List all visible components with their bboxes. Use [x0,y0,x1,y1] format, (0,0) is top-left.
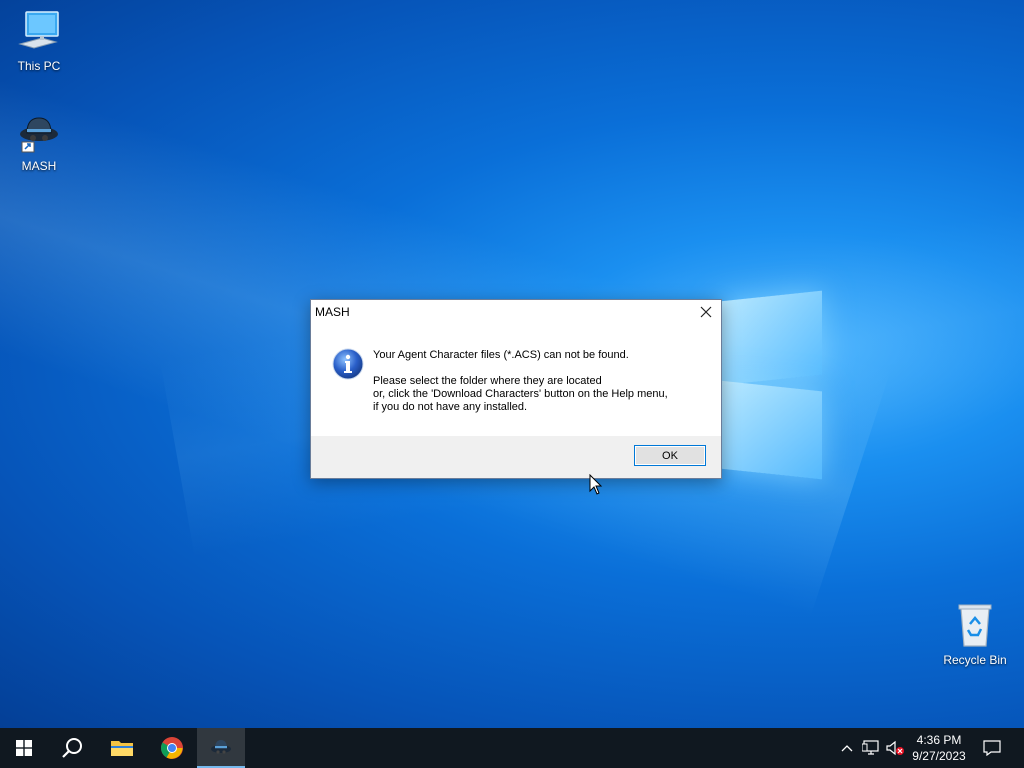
dialog-message: Your Agent Character files (*.ACS) can n… [373,349,713,414]
taskbar-mash[interactable] [197,728,245,768]
desktop-icon-this-pc[interactable]: This PC [1,8,77,73]
mash-agent-icon [211,740,231,754]
close-button[interactable] [691,300,721,324]
dialog-titlebar[interactable]: MASH [311,300,721,324]
taskbar-chrome[interactable] [148,728,196,768]
desktop-icon-label: MASH [21,159,57,173]
notification-icon [983,740,1001,756]
start-button[interactable] [0,728,48,768]
mash-agent-icon [20,117,58,153]
clock-time: 4:36 PM [916,733,962,747]
recycle-bin-icon [958,604,992,647]
chevron-up-icon [841,745,853,752]
close-icon [700,306,712,318]
dialog-title: MASH [315,305,350,319]
message-line: if you do not have any installed. [373,401,528,413]
desktop-icon-label: Recycle Bin [943,653,1007,667]
notification-center-button[interactable] [978,728,1006,768]
network-button[interactable] [860,728,882,768]
message-dialog: MASH Your Agent Character files (*.ACS) … [310,299,722,479]
message-line: or, click the 'Download Characters' butt… [373,388,668,400]
ok-button[interactable]: OK [634,445,706,466]
search-button[interactable] [48,728,96,768]
message-line: Please select the folder where they are … [373,375,602,387]
computer-icon [18,11,59,49]
taskbar-file-explorer[interactable] [98,728,146,768]
folder-icon [111,741,133,756]
network-icon [862,740,879,755]
search-icon [62,738,82,758]
message-line: Your Agent Character files (*.ACS) can n… [373,349,629,361]
desktop: This PC MASH Recycle Bin MASH Your Agent… [0,0,1024,728]
mouse-cursor-icon [589,474,603,495]
tray-overflow-button[interactable] [838,728,856,768]
chrome-icon [161,737,183,759]
desktop-icon-mash[interactable]: MASH [1,112,77,173]
volume-muted-icon [886,740,904,756]
volume-button[interactable] [884,728,906,768]
clock-date: 9/27/2023 [912,749,966,763]
windows-logo-icon [16,740,32,756]
dialog-footer: OK [311,436,721,478]
info-icon [332,348,364,380]
desktop-icon-recycle-bin[interactable]: Recycle Bin [937,602,1013,667]
taskbar: 4:36 PM 9/27/2023 [0,728,1024,768]
taskbar-clock[interactable]: 4:36 PM 9/27/2023 [905,732,973,764]
desktop-icon-label: This PC [17,59,61,73]
